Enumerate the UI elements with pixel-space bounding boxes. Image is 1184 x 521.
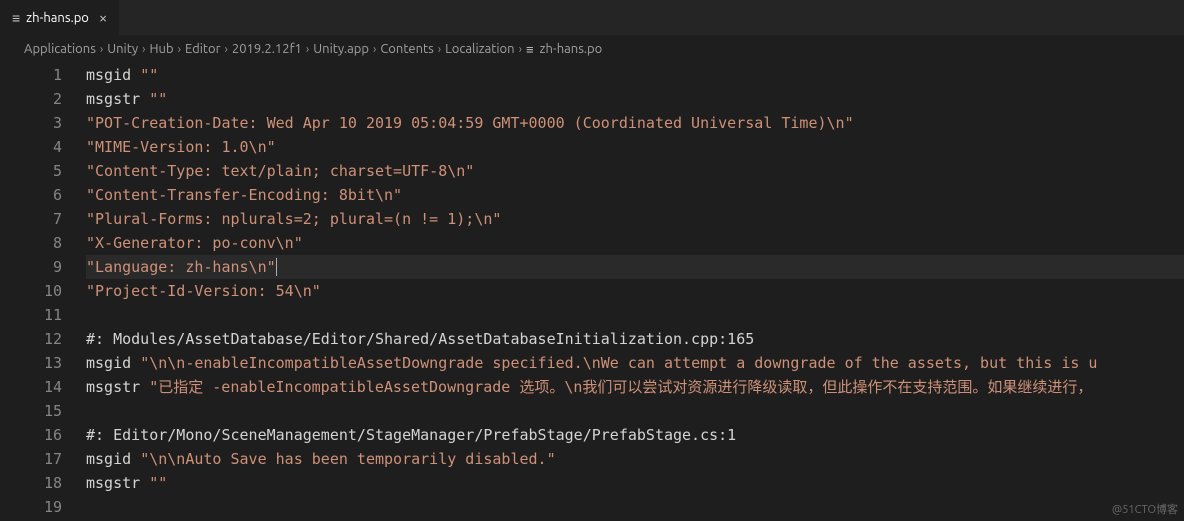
chevron-right-icon: › — [519, 43, 522, 56]
line-number: 10 — [0, 279, 62, 303]
code-line[interactable]: msgstr "" — [86, 87, 1184, 111]
code-text: msgstr — [86, 474, 149, 492]
line-number: 18 — [0, 471, 62, 495]
line-number: 7 — [0, 207, 62, 231]
code-line[interactable]: "X-Generator: po-conv\n" — [86, 231, 1184, 255]
code-text: msgid — [86, 450, 140, 468]
code-line[interactable]: "Project-Id-Version: 54\n" — [86, 279, 1184, 303]
line-number: 8 — [0, 231, 62, 255]
code-line[interactable] — [86, 399, 1184, 423]
code-line[interactable]: msgid "\n\nAuto Save has been temporaril… — [86, 447, 1184, 471]
code-string: "MIME-Version: 1.0\n" — [86, 138, 276, 156]
code-line[interactable]: "POT-Creation-Date: Wed Apr 10 2019 05:0… — [86, 111, 1184, 135]
breadcrumb-item[interactable]: Localization — [445, 42, 514, 56]
code-line[interactable]: "Plural-Forms: nplurals=2; plural=(n != … — [86, 207, 1184, 231]
line-number: 3 — [0, 111, 62, 135]
code-string: "Content-Type: text/plain; charset=UTF-8… — [86, 162, 474, 180]
line-number: 19 — [0, 495, 62, 519]
line-number: 2 — [0, 87, 62, 111]
tab-filename: zh-hans.po — [26, 11, 89, 25]
breadcrumb-item[interactable]: Unity — [107, 42, 138, 56]
code-string: "X-Generator: po-conv\n" — [86, 234, 303, 252]
file-icon: ≡ — [526, 42, 534, 57]
code-line[interactable] — [86, 303, 1184, 327]
line-number: 6 — [0, 183, 62, 207]
code-string: "\n\nAuto Save has been temporarily disa… — [140, 450, 555, 468]
chevron-right-icon: › — [178, 43, 181, 56]
code-line[interactable]: "Content-Type: text/plain; charset=UTF-8… — [86, 159, 1184, 183]
code-text: #: Modules/AssetDatabase/Editor/Shared/A… — [86, 330, 754, 348]
code-line[interactable]: "Language: zh-hans\n" — [86, 255, 1184, 279]
code-line[interactable]: msgstr "已指定 -enableIncompatibleAssetDown… — [86, 375, 1184, 399]
breadcrumb-item[interactable]: Contents — [380, 42, 433, 56]
code-line[interactable]: "MIME-Version: 1.0\n" — [86, 135, 1184, 159]
code-string: "POT-Creation-Date: Wed Apr 10 2019 05:0… — [86, 114, 854, 132]
code-area[interactable]: msgid ""msgstr """POT-Creation-Date: Wed… — [86, 63, 1184, 519]
editor[interactable]: 12345678910111213141516171819 msgid ""ms… — [0, 63, 1184, 519]
chevron-right-icon: › — [373, 43, 376, 56]
code-line[interactable] — [86, 495, 1184, 519]
watermark: @51CTO博客 — [1112, 501, 1178, 517]
code-string: "" — [140, 66, 158, 84]
code-string: "Project-Id-Version: 54\n" — [86, 282, 321, 300]
line-number: 11 — [0, 303, 62, 327]
tab-active[interactable]: ≡ zh-hans.po × — [0, 0, 120, 35]
line-number: 5 — [0, 159, 62, 183]
breadcrumb-item[interactable]: Hub — [149, 42, 173, 56]
code-line[interactable]: #: Editor/Mono/SceneManagement/StageMana… — [86, 423, 1184, 447]
line-number: 14 — [0, 375, 62, 399]
line-number: 15 — [0, 399, 62, 423]
code-line[interactable]: "Content-Transfer-Encoding: 8bit\n" — [86, 183, 1184, 207]
code-line[interactable]: msgid "\n\n-enableIncompatibleAssetDowng… — [86, 351, 1184, 375]
code-line[interactable]: #: Modules/AssetDatabase/Editor/Shared/A… — [86, 327, 1184, 351]
chevron-right-icon: › — [438, 43, 441, 56]
breadcrumb-item[interactable]: Unity.app — [313, 42, 369, 56]
chevron-right-icon: › — [306, 43, 309, 56]
breadcrumb-item[interactable]: Editor — [185, 42, 221, 56]
code-text: msgstr — [86, 90, 149, 108]
breadcrumb-item[interactable]: 2019.2.12f1 — [232, 42, 302, 56]
code-string: "Language: zh-hans\n" — [86, 258, 276, 276]
line-number: 1 — [0, 63, 62, 87]
code-line[interactable]: msgstr "" — [86, 471, 1184, 495]
code-string: "Content-Transfer-Encoding: 8bit\n" — [86, 186, 402, 204]
breadcrumb-item[interactable]: zh-hans.po — [540, 42, 603, 56]
file-icon: ≡ — [12, 10, 20, 26]
line-number: 16 — [0, 423, 62, 447]
code-text: msgid — [86, 66, 140, 84]
chevron-right-icon: › — [100, 43, 103, 56]
text-cursor — [276, 258, 277, 276]
chevron-right-icon: › — [142, 43, 145, 56]
code-text: msgstr — [86, 378, 149, 396]
code-string: "" — [149, 90, 167, 108]
code-string: "Plural-Forms: nplurals=2; plural=(n != … — [86, 210, 501, 228]
code-string: "\n\n-enableIncompatibleAssetDowngrade s… — [140, 354, 1097, 372]
code-text: msgid — [86, 354, 140, 372]
code-string: "" — [149, 474, 167, 492]
code-line[interactable]: msgid "" — [86, 63, 1184, 87]
close-icon[interactable]: × — [99, 10, 107, 25]
tab-bar: ≡ zh-hans.po × — [0, 0, 1184, 35]
line-number: 17 — [0, 447, 62, 471]
line-number: 9 — [0, 255, 62, 279]
line-number: 12 — [0, 327, 62, 351]
gutter: 12345678910111213141516171819 — [0, 63, 86, 519]
breadcrumb-item[interactable]: Applications — [24, 42, 96, 56]
code-text: #: Editor/Mono/SceneManagement/StageMana… — [86, 426, 736, 444]
chevron-right-icon: › — [225, 43, 228, 56]
line-number: 4 — [0, 135, 62, 159]
code-string: "已指定 -enableIncompatibleAssetDowngrade 选… — [149, 378, 1092, 396]
line-number: 13 — [0, 351, 62, 375]
breadcrumb: Applications › Unity › Hub › Editor › 2019.2.12f… — [0, 35, 1184, 63]
